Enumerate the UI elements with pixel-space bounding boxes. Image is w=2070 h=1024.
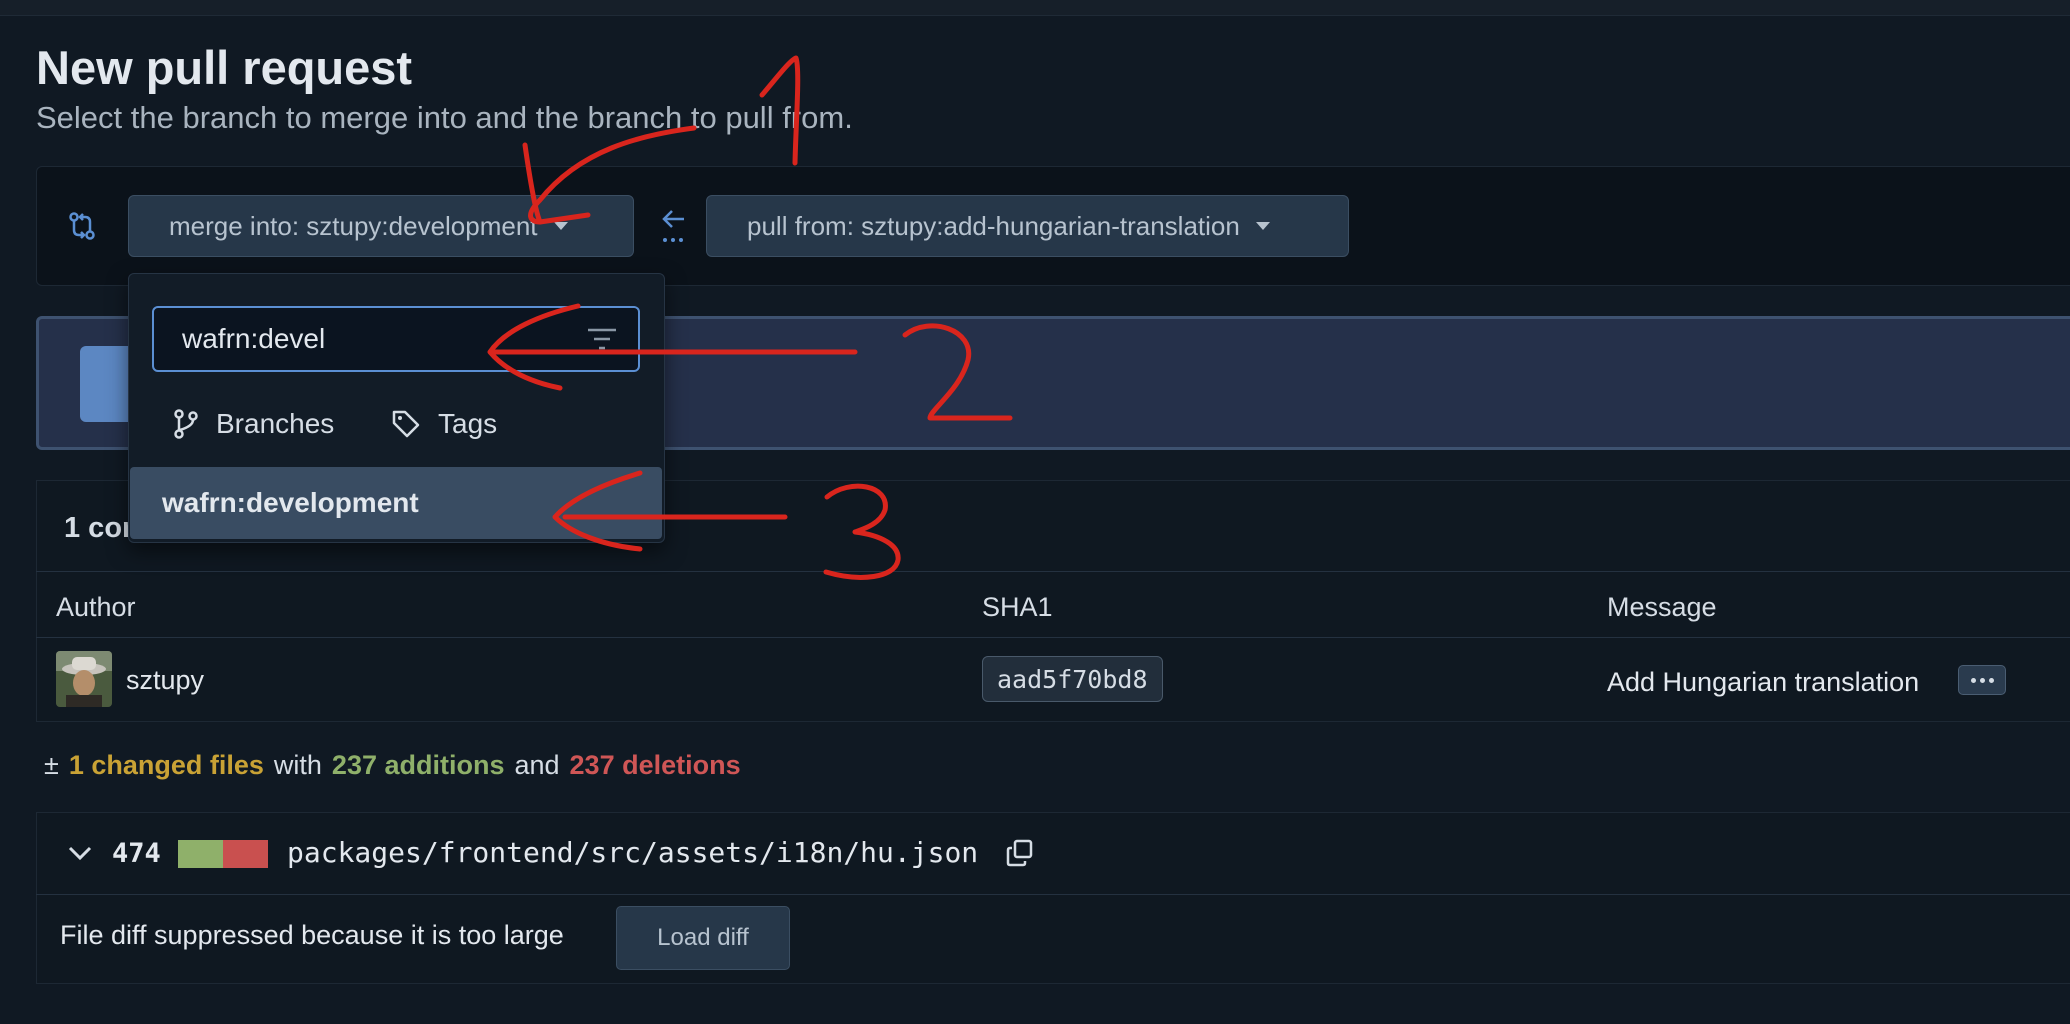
branch-result-item[interactable]: wafrn:development	[130, 467, 662, 539]
diff-bar	[178, 840, 268, 868]
branch-search-input[interactable]: wafrn:devel	[152, 306, 640, 372]
column-author: Author	[56, 592, 136, 622]
changed-files: 1 changed files	[68, 750, 264, 780]
top-bar	[0, 0, 2070, 16]
pull-from-label: pull from: sztupy:add-hungarian-translat…	[747, 210, 1240, 241]
diff-stats: ± 1 changed files with 237 additions and…	[44, 750, 741, 781]
filter-icon	[588, 328, 616, 350]
diff-suppressed-text: File diff suppressed because it is too l…	[60, 920, 564, 950]
compare-icon[interactable]	[66, 210, 98, 242]
additions-count: 237 additions	[331, 750, 505, 780]
divider	[36, 571, 2070, 572]
tab-branches[interactable]: Branches	[172, 408, 334, 440]
stats-with: with	[273, 750, 322, 780]
file-change-count: 474	[112, 838, 161, 869]
tag-icon	[392, 410, 420, 438]
commit-author[interactable]: sztupy	[126, 665, 204, 696]
load-diff-button[interactable]: Load diff	[616, 906, 790, 970]
expand-message-button[interactable]	[1958, 665, 2006, 695]
arrow-left-icon	[662, 210, 684, 242]
column-sha1: SHA1	[982, 592, 1053, 622]
avatar	[56, 651, 112, 707]
merge-into-button[interactable]: merge into: sztupy:development	[128, 195, 634, 257]
file-path[interactable]: packages/frontend/src/assets/i18n/hu.jso…	[287, 836, 978, 869]
tab-tags[interactable]: Tags	[390, 408, 497, 440]
stats-and: and	[514, 750, 560, 780]
caret-down-icon	[1255, 222, 1270, 230]
pull-from-button[interactable]: pull from: sztupy:add-hungarian-translat…	[706, 195, 1349, 257]
chevron-down-icon[interactable]	[66, 841, 94, 865]
diff-bar-additions	[178, 840, 223, 868]
page-title: New pull request	[36, 41, 413, 94]
merge-into-label: merge into: sztupy:development	[169, 210, 538, 241]
divider	[36, 637, 2070, 638]
caret-down-icon	[553, 222, 568, 230]
commit-sha[interactable]: aad5f70bd8	[982, 656, 1163, 702]
tab-branches-label: Branches	[216, 408, 335, 439]
deletions-count: 237 deletions	[569, 750, 741, 780]
column-message: Message	[1607, 592, 1717, 622]
commits-summary: 1 cor	[64, 512, 134, 544]
tab-tags-label: Tags	[438, 408, 498, 439]
diff-icon: ±	[44, 750, 59, 780]
branch-icon	[174, 409, 198, 439]
page-subtitle: Select the branch to merge into and the …	[36, 100, 853, 135]
divider	[36, 894, 2070, 895]
diff-bar-deletions	[223, 840, 268, 868]
copy-icon[interactable]	[1005, 838, 1035, 868]
commit-message[interactable]: Add Hungarian translation	[1607, 667, 1919, 698]
